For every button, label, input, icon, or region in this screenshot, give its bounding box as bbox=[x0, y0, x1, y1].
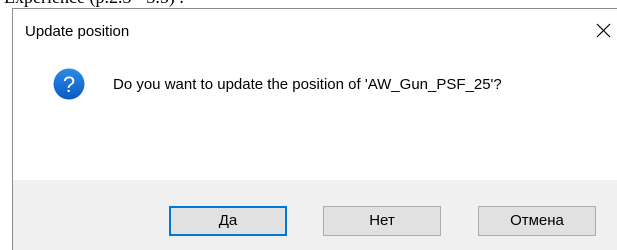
dialog-title: Update position bbox=[25, 23, 130, 40]
close-icon bbox=[596, 23, 611, 38]
yes-button[interactable]: Да bbox=[169, 206, 287, 236]
page: Experience (p.2.3 - 3.5) . Update positi… bbox=[0, 0, 617, 250]
close-button[interactable] bbox=[591, 17, 617, 43]
background-text: Experience (p.2.3 - 3.5) . bbox=[4, 0, 184, 8]
button-bar: Да Нет Отмена bbox=[13, 180, 617, 250]
dialog-content bbox=[13, 49, 617, 180]
svg-text:?: ? bbox=[63, 72, 75, 97]
question-icon: ? bbox=[53, 68, 85, 100]
no-button[interactable]: Нет bbox=[323, 206, 441, 236]
message-dialog: Update position ? Do you want to update … bbox=[12, 8, 617, 250]
dialog-message: Do you want to update the position of 'A… bbox=[113, 76, 502, 93]
cancel-button[interactable]: Отмена bbox=[478, 206, 596, 236]
background-text-fragment: Experience (p.2.3 - 3.5) . bbox=[0, 0, 240, 8]
